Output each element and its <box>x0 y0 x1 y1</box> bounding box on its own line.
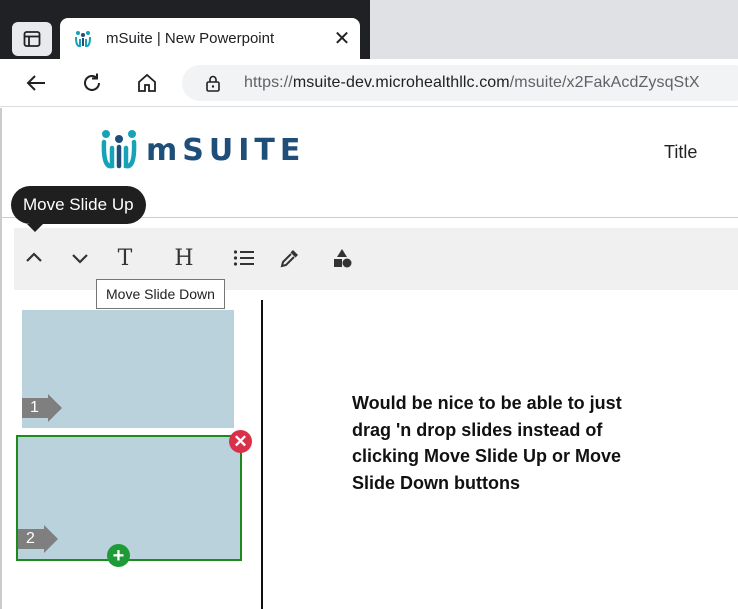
close-tab-icon[interactable]: ✕ <box>328 25 356 53</box>
close-icon: ✕ <box>233 431 248 451</box>
msuite-favicon-icon <box>75 30 91 47</box>
move-slide-down-button[interactable] <box>64 242 96 274</box>
heading-icon: H <box>174 245 194 271</box>
move-slide-down-tooltip: Move Slide Down <box>96 279 225 309</box>
add-list-button[interactable] <box>228 242 260 274</box>
slide-number: 1 <box>22 398 48 418</box>
add-shape-button[interactable] <box>326 242 358 274</box>
slide-thumbnail-2-selected[interactable]: 2 <box>16 435 242 561</box>
url-host: msuite-dev.microhealthllc.com <box>292 74 510 91</box>
home-button[interactable] <box>131 67 163 99</box>
lock-icon[interactable] <box>204 74 222 92</box>
url-prefix: https:// <box>244 74 293 91</box>
arrow-right-icon <box>44 525 58 553</box>
back-button[interactable] <box>20 67 52 99</box>
url-text: https://msuite-dev.microhealthllc.com/ms… <box>244 74 700 92</box>
tab-title: mSuite | New Powerpoint <box>106 30 275 47</box>
chevron-down-icon <box>72 254 88 264</box>
color-picker-button[interactable] <box>274 242 306 274</box>
add-heading-button[interactable]: H <box>168 242 200 274</box>
tabstrip-background-right <box>370 0 738 59</box>
slide-number-badge: 1 <box>22 394 62 422</box>
slide-number: 2 <box>18 529 44 549</box>
browser-tabstrip: mSuite | New Powerpoint ✕ <box>0 0 738 59</box>
shapes-icon <box>334 249 352 268</box>
msuite-logo[interactable]: mSUITE <box>100 128 305 172</box>
tab-actions-icon <box>23 31 41 47</box>
sidebar-divider <box>261 300 263 609</box>
tab-actions-button[interactable] <box>12 22 52 56</box>
home-icon <box>138 73 156 92</box>
nav-title-link[interactable]: Title <box>664 142 697 163</box>
page-content: mSUITE Title T H Move Slide Up Move Slid… <box>0 108 738 609</box>
browser-tab[interactable]: mSuite | New Powerpoint ✕ <box>60 18 360 59</box>
delete-slide-button[interactable]: ✕ <box>229 430 252 453</box>
logo-text: mSUITE <box>146 132 306 168</box>
text-icon: T <box>117 245 133 271</box>
slide-thumbnail-1[interactable]: 1 <box>22 310 234 428</box>
arrow-right-icon <box>48 394 62 422</box>
move-slide-up-button[interactable] <box>18 242 50 274</box>
chevron-up-icon <box>26 252 42 262</box>
move-slide-up-tooltip: Move Slide Up <box>11 186 146 232</box>
eyedropper-icon <box>280 250 298 268</box>
url-path: /msuite/x2FakAcdZysqStX <box>509 74 700 91</box>
slide-number-badge: 2 <box>18 525 58 553</box>
back-arrow-icon <box>26 75 45 91</box>
reload-button[interactable] <box>76 67 108 99</box>
msuite-logo-icon <box>101 130 137 169</box>
list-icon <box>233 250 254 266</box>
browser-toolbar: https://msuite-dev.microhealthllc.com/ms… <box>0 59 738 107</box>
add-slide-button[interactable]: + <box>107 544 130 567</box>
address-bar[interactable]: https://msuite-dev.microhealthllc.com/ms… <box>182 65 738 101</box>
reload-icon <box>84 73 100 91</box>
add-text-button[interactable]: T <box>109 242 141 274</box>
plus-icon: + <box>112 544 125 567</box>
annotation-note: Would be nice to be able to just drag 'n… <box>352 393 622 493</box>
